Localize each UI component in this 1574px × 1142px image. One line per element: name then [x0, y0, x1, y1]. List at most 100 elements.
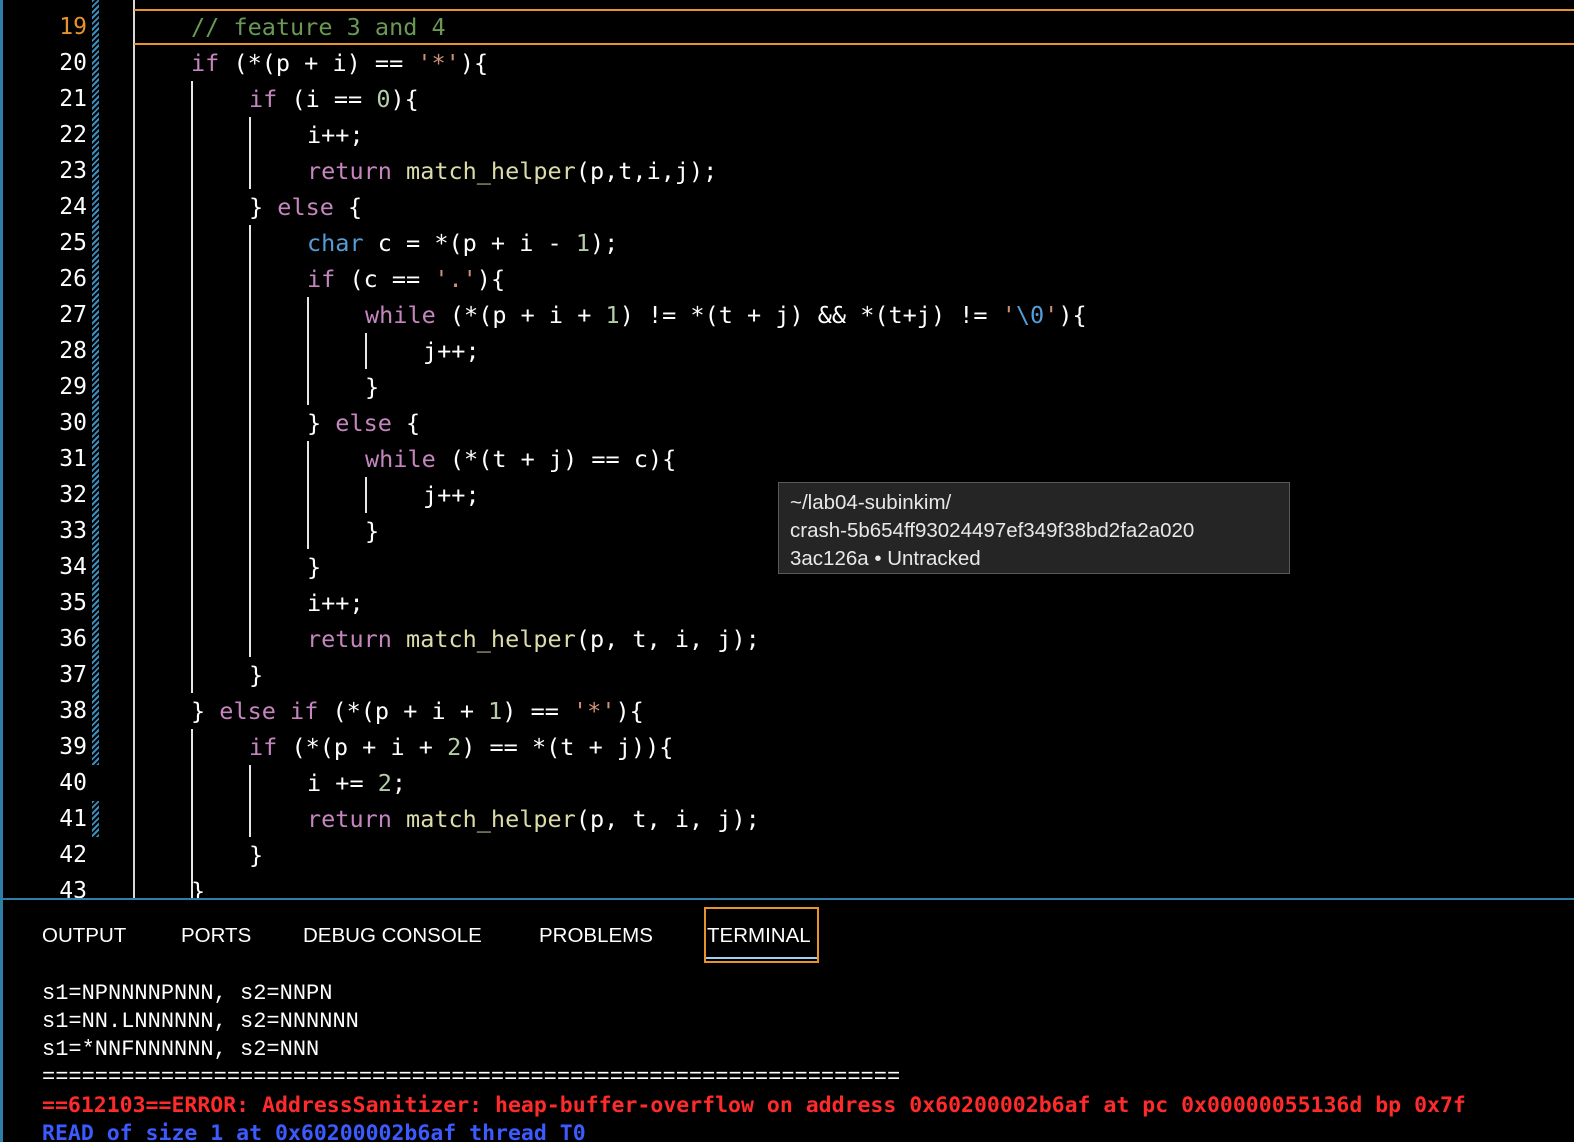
line-number[interactable]: 40 — [21, 765, 87, 801]
code-line-32[interactable]: j++; — [423, 477, 480, 513]
tooltip-path: ~/lab04-subinkim/ — [790, 491, 952, 514]
string-literal: ' — [1044, 301, 1059, 329]
code-line-19[interactable]: // feature 3 and 4 — [191, 9, 446, 45]
line-number[interactable]: 36 — [21, 621, 87, 657]
line-number[interactable]: 24 — [21, 189, 87, 225]
code-text: } — [249, 193, 278, 221]
code-text: (p, t, i, j); — [575, 625, 760, 653]
code-text: (i == — [277, 85, 377, 113]
code-line-41[interactable]: return match_helper(p, t, i, j); — [307, 801, 760, 837]
code-text: c = *(p + i - — [363, 229, 576, 257]
line-number[interactable]: 20 — [21, 45, 87, 81]
code-line-22[interactable]: i++; — [307, 117, 364, 153]
code-line-38[interactable]: } else if (*(p + i + 1) == '*'){ — [191, 693, 644, 729]
code-text: (*(p + i + — [277, 733, 448, 761]
code-text: } — [307, 553, 322, 581]
code-line-26[interactable]: if (c == '.'){ — [307, 261, 505, 297]
code-line-30[interactable]: } else { — [307, 405, 420, 441]
line-number[interactable]: 22 — [21, 117, 87, 153]
tab-debug-console[interactable]: DEBUG CONSOLE — [303, 922, 482, 950]
keyword: return — [307, 805, 392, 833]
code-line-20[interactable]: if (*(p + i) == '*'){ — [191, 45, 488, 81]
code-line-43[interactable]: } — [191, 873, 205, 898]
line-number[interactable]: 41 — [21, 801, 87, 837]
code-line-40[interactable]: i += 2; — [307, 765, 406, 801]
line-number[interactable]: 39 — [21, 729, 87, 765]
line-number[interactable]: 33 — [21, 513, 87, 549]
file-hover-tooltip: ~/lab04-subinkim/ crash-5b654ff93024497e… — [778, 482, 1290, 574]
line-number[interactable]: 34 — [21, 549, 87, 585]
code-line-24[interactable]: } else { — [249, 189, 362, 225]
number-literal: 2 — [447, 733, 462, 761]
line-number[interactable]: 43 — [21, 873, 87, 898]
code-text: (*(p + i + — [318, 697, 489, 725]
tab-terminal[interactable]: TERMINAL — [707, 922, 811, 950]
number-literal: 2 — [377, 769, 392, 797]
code-text: (c == — [335, 265, 435, 293]
code-line-25[interactable]: char c = *(p + i - 1); — [307, 225, 618, 261]
line-number[interactable]: 35 — [21, 585, 87, 621]
code-line-28[interactable]: j++; — [423, 333, 480, 369]
line-number[interactable]: 31 — [21, 441, 87, 477]
code-line-36[interactable]: return match_helper(p, t, i, j); — [307, 621, 760, 657]
code-text: } — [191, 877, 206, 898]
code-text: (p,t,i,j); — [575, 157, 718, 185]
code-line-31[interactable]: while (*(t + j) == c){ — [365, 441, 676, 477]
active-tab-indicator — [706, 957, 817, 959]
indent-guide — [365, 333, 367, 369]
code-text: ); — [589, 229, 619, 257]
tab-problems[interactable]: PROBLEMS — [539, 922, 653, 950]
line-number[interactable]: 21 — [21, 81, 87, 117]
code-editor[interactable]: 19 20 21 22 23 24 25 26 27 28 29 30 31 3… — [3, 0, 1574, 898]
comment: // feature 3 and 4 — [191, 13, 446, 41]
function-name: match_helper — [406, 157, 576, 185]
line-number[interactable]: 23 — [21, 153, 87, 189]
code-line-42[interactable]: } — [249, 837, 263, 873]
line-number-active[interactable]: 19 — [21, 9, 87, 45]
tab-ports[interactable]: PORTS — [181, 922, 251, 950]
code-text: { — [391, 409, 421, 437]
code-text: (*(t + j) == c){ — [435, 445, 677, 473]
code-text: ){ — [459, 49, 489, 77]
line-number[interactable]: 32 — [21, 477, 87, 513]
tab-output[interactable]: OUTPUT — [42, 922, 126, 950]
git-modified-indicator[interactable] — [92, 0, 99, 765]
code-line-37[interactable]: } — [249, 657, 263, 693]
code-text: ){ — [1058, 301, 1087, 329]
number-literal: 0 — [376, 85, 391, 113]
code-text: i++; — [307, 121, 364, 149]
code-text: i += — [307, 769, 378, 797]
line-number[interactable]: 30 — [21, 405, 87, 441]
code-line-27[interactable]: while (*(p + i + 1) != *(t + j) && *(t+j… — [365, 297, 1087, 333]
keyword: if — [191, 49, 220, 77]
indent-guide — [249, 225, 251, 657]
line-number[interactable]: 37 — [21, 657, 87, 693]
code-line-34[interactable]: } — [307, 549, 321, 585]
code-line-29[interactable]: } — [365, 369, 379, 405]
line-number[interactable]: 29 — [21, 369, 87, 405]
terminal-line: s1=NN.LNNNNNN, s2=NNNNNN — [42, 1009, 359, 1034]
line-number[interactable]: 28 — [21, 333, 87, 369]
gutter-divider — [133, 0, 135, 898]
code-line-39[interactable]: if (*(p + i + 2) == *(t + j)){ — [249, 729, 673, 765]
escape-sequence: \0 — [1015, 301, 1045, 329]
code-text: } — [191, 697, 220, 725]
line-number[interactable]: 42 — [21, 837, 87, 873]
git-modified-indicator[interactable] — [92, 801, 99, 837]
line-number[interactable]: 27 — [21, 297, 87, 333]
code-text: (p, t, i, j); — [575, 805, 760, 833]
keyword: return — [307, 157, 392, 185]
line-number[interactable]: 26 — [21, 261, 87, 297]
keyword: return — [307, 625, 392, 653]
code-line-35[interactable]: i++; — [307, 585, 364, 621]
string-literal: '*' — [573, 697, 616, 725]
code-line-23[interactable]: return match_helper(p,t,i,j); — [307, 153, 717, 189]
code-line-33[interactable]: } — [365, 513, 379, 549]
code-line-21[interactable]: if (i == 0){ — [249, 81, 419, 117]
keyword: if — [249, 733, 278, 761]
indent-guide — [249, 117, 251, 189]
function-name: match_helper — [406, 625, 576, 653]
line-number[interactable]: 25 — [21, 225, 87, 261]
line-number[interactable]: 38 — [21, 693, 87, 729]
